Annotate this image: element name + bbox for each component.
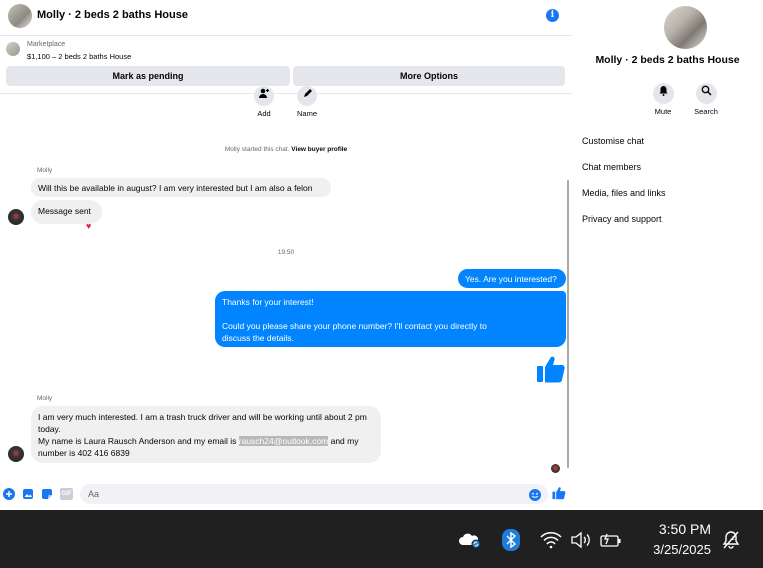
name-action[interactable]: Name: [287, 86, 327, 118]
notifications-icon[interactable]: z: [721, 530, 741, 555]
sender-avatar[interactable]: [8, 209, 24, 225]
more-options-button[interactable]: More Options: [293, 66, 565, 86]
clock-date[interactable]: 3/25/2025: [633, 542, 711, 557]
svg-text:z: z: [732, 535, 735, 542]
heart-reaction-icon[interactable]: ♥: [86, 221, 91, 231]
message-text: Thanks for your interest!: [222, 297, 314, 307]
chat-members-item[interactable]: Chat members: [582, 162, 641, 172]
search-button[interactable]: Search: [686, 83, 726, 116]
taskbar: [0, 510, 763, 568]
listing-avatar[interactable]: [8, 4, 32, 28]
message-input[interactable]: [80, 484, 548, 504]
thumbs-up-icon[interactable]: [536, 354, 566, 389]
sender-name: Molly: [37, 167, 53, 174]
clock-time[interactable]: 3:50 PM: [641, 521, 711, 537]
search-icon: [695, 83, 717, 104]
mark-as-pending-button[interactable]: Mark as pending: [6, 66, 290, 86]
name-label: Name: [296, 109, 317, 118]
customise-chat-item[interactable]: Customise chat: [582, 136, 644, 146]
right-panel-title: Molly · 2 beds 2 baths House: [595, 54, 740, 66]
chat-scrollbar[interactable]: [567, 180, 569, 468]
like-icon[interactable]: [552, 486, 566, 505]
gif-icon[interactable]: GIF: [60, 488, 73, 500]
message-bubble-outgoing[interactable]: Thanks for your interest! Could you plea…: [215, 291, 566, 347]
listing-avatar-large[interactable]: [664, 6, 707, 49]
add-label: Add: [257, 109, 271, 118]
message-bubble-incoming[interactable]: Will this be available in august? I am v…: [31, 178, 331, 197]
pencil-icon: [297, 86, 317, 106]
photo-icon[interactable]: [22, 488, 34, 500]
email-link[interactable]: rausch24@outlook.com: [238, 436, 329, 446]
seen-indicator-avatar: [551, 464, 560, 473]
chat-title[interactable]: Molly · 2 beds 2 baths House: [37, 9, 188, 21]
add-action[interactable]: Add: [244, 86, 284, 118]
bell-icon: [652, 83, 674, 104]
message-bubble-outgoing[interactable]: Yes. Are you interested?: [458, 269, 566, 288]
message-text: My name is Laura Rausch Anderson and my …: [38, 436, 239, 446]
marketplace-label: Marketplace: [27, 41, 66, 48]
privacy-support-item[interactable]: Privacy and support: [582, 214, 662, 224]
listing-summary[interactable]: $1,100 – 2 beds 2 baths House: [27, 52, 131, 61]
timestamp: 19:50: [277, 249, 295, 256]
wifi-icon[interactable]: [540, 531, 562, 554]
listing-thumbnail[interactable]: [6, 42, 20, 56]
message-bubble-incoming[interactable]: Message sent: [31, 200, 102, 224]
mute-label: Mute: [654, 107, 672, 116]
chat-started-text: Molly started this chat.: [224, 146, 290, 153]
sender-name: Molly: [37, 395, 53, 402]
emoji-icon[interactable]: [529, 488, 541, 506]
media-files-links-item[interactable]: Media, files and links: [582, 188, 666, 198]
battery-charging-icon[interactable]: [599, 531, 623, 554]
mute-button[interactable]: Mute: [643, 83, 683, 116]
divider: [0, 93, 572, 94]
view-buyer-profile-link[interactable]: View buyer profile: [291, 146, 347, 153]
message-input-placeholder: Aa: [88, 489, 100, 499]
add-person-icon: [254, 86, 274, 106]
sticker-icon[interactable]: [41, 488, 53, 500]
message-text: Could you please share your phone number…: [222, 321, 487, 343]
message-bubble-incoming[interactable]: I am very much interested. I am a trash …: [31, 406, 381, 463]
onedrive-sync-icon[interactable]: [459, 531, 483, 554]
message-text: I am very much interested. I am a trash …: [38, 412, 367, 434]
chat-started-notice: Molly started this chat. View buyer prof…: [0, 146, 572, 153]
volume-icon[interactable]: [570, 531, 592, 554]
bluetooth-icon[interactable]: [502, 529, 520, 556]
sender-avatar[interactable]: [8, 446, 24, 462]
search-label: Search: [694, 107, 718, 116]
plus-icon[interactable]: [3, 488, 15, 500]
info-icon[interactable]: i: [546, 9, 559, 22]
